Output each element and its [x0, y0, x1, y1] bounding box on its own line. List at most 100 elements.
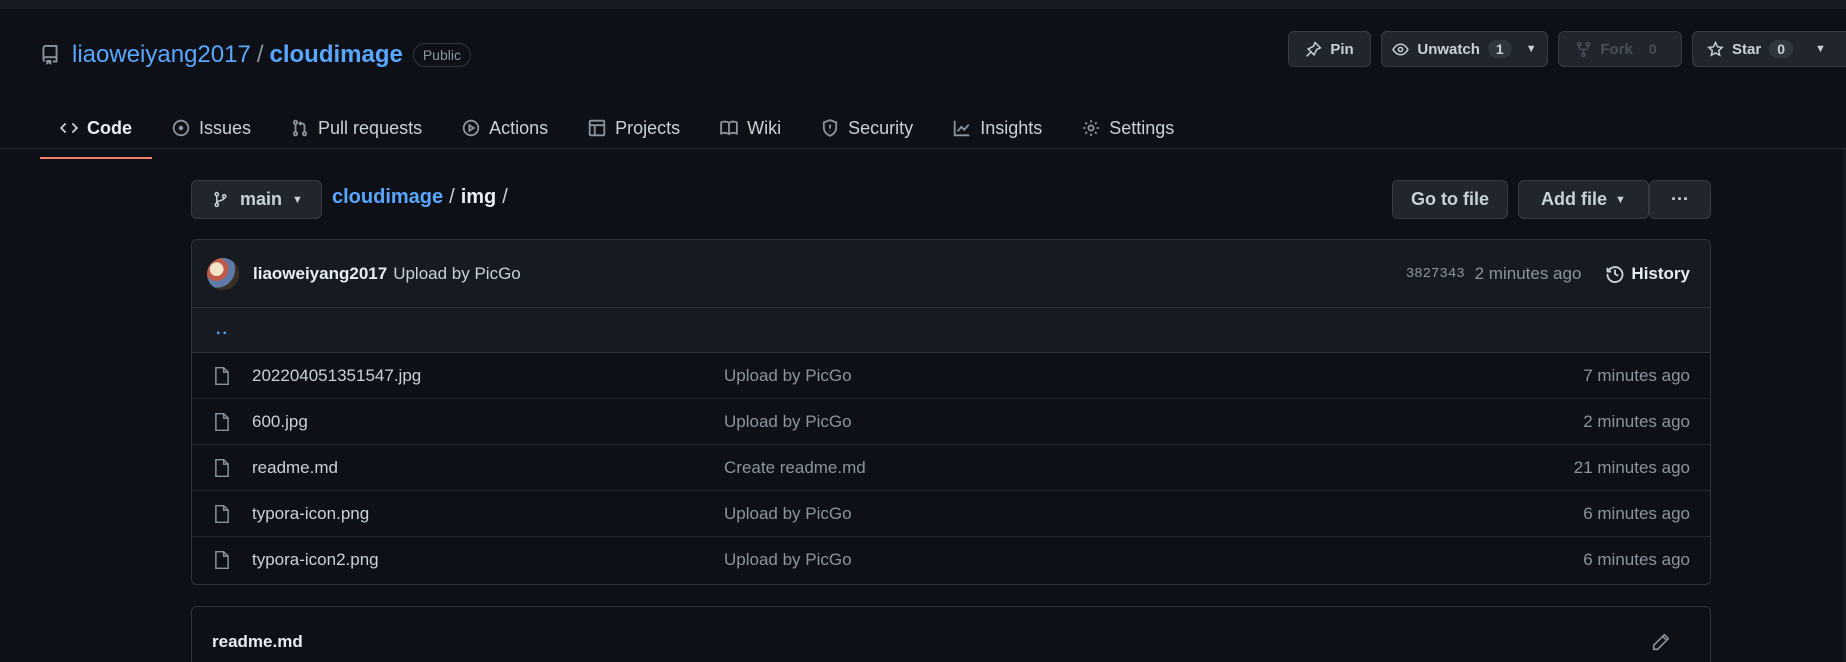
- breadcrumb-trailing-separator: /: [502, 186, 508, 208]
- file-list: 202204051351547.jpg Upload by PicGo 7 mi…: [192, 353, 1710, 583]
- repo-name-link[interactable]: cloudimage: [269, 41, 402, 69]
- commit-meta: 3827343 2 minutes ago History: [1406, 240, 1690, 308]
- branch-select-button[interactable]: main ▼: [191, 180, 322, 219]
- top-strip: [0, 0, 1846, 9]
- eye-icon: [1392, 42, 1410, 56]
- breadcrumb: cloudimage / img /: [332, 186, 514, 209]
- branch-label: main: [240, 189, 283, 209]
- file-row[interactable]: readme.md Create readme.md 21 minutes ag…: [192, 445, 1710, 491]
- breadcrumb-root-link[interactable]: cloudimage: [332, 186, 443, 209]
- commit-message-link[interactable]: Upload by PicGo: [393, 264, 521, 284]
- branch-icon: [214, 191, 227, 208]
- file-icon: [215, 504, 229, 524]
- avatar[interactable]: [207, 257, 239, 290]
- parent-directory-link[interactable]: ..: [192, 308, 1710, 353]
- visibility-badge: Public: [412, 43, 471, 67]
- commit-author-link[interactable]: liaoweiyang2017: [253, 264, 387, 284]
- tab-security[interactable]: Security: [801, 98, 933, 158]
- pin-label: Pin: [1330, 40, 1354, 58]
- repo-nav-tabs: Code Issues Pull requests Actions Projec…: [40, 98, 1194, 159]
- tab-label: Pull requests: [318, 117, 423, 138]
- readme-panel: readme.md: [191, 606, 1711, 662]
- star-button[interactable]: Star 0 ▼: [1692, 31, 1846, 67]
- graph-icon: [953, 120, 970, 137]
- file-name-link[interactable]: readme.md: [252, 458, 338, 478]
- fork-count: 0: [1640, 40, 1665, 58]
- repo-owner-link[interactable]: liaoweiyang2017: [72, 41, 251, 69]
- repo-separator: /: [256, 41, 264, 68]
- tab-code[interactable]: Code: [40, 98, 152, 159]
- star-icon: [1707, 40, 1724, 57]
- gear-icon: [1083, 120, 1100, 136]
- tab-wiki[interactable]: Wiki: [700, 98, 801, 158]
- fork-button[interactable]: Fork 0: [1558, 31, 1682, 67]
- star-dropdown-chevron-icon[interactable]: ▼: [1815, 43, 1826, 55]
- file-commit-message-link[interactable]: Upload by PicGo: [724, 412, 852, 432]
- tab-label: Code: [87, 117, 132, 138]
- tab-label: Actions: [489, 117, 549, 138]
- pull-request-icon: [292, 119, 308, 137]
- file-commit-message-link[interactable]: Upload by PicGo: [724, 550, 852, 570]
- file-row[interactable]: 202204051351547.jpg Upload by PicGo 7 mi…: [192, 353, 1710, 399]
- add-file-label: Add file: [1541, 189, 1608, 209]
- file-row[interactable]: typora-icon2.png Upload by PicGo 6 minut…: [192, 537, 1710, 583]
- tab-settings[interactable]: Settings: [1062, 98, 1194, 158]
- pin-icon: [1306, 40, 1323, 57]
- tab-issues[interactable]: Issues: [152, 98, 271, 158]
- file-age: 2 minutes ago: [1583, 411, 1690, 431]
- file-commit-message-link[interactable]: Upload by PicGo: [724, 504, 852, 524]
- issue-icon: [172, 119, 190, 137]
- play-icon: [462, 119, 480, 137]
- go-to-file-button[interactable]: Go to file: [1392, 180, 1508, 219]
- chevron-down-icon: ▼: [1525, 43, 1537, 55]
- tab-label: Insights: [980, 117, 1043, 138]
- fork-icon: [1577, 41, 1591, 57]
- more-options-button[interactable]: ···: [1649, 180, 1711, 219]
- file-name-link[interactable]: typora-icon2.png: [252, 550, 379, 570]
- fork-label: Fork: [1600, 40, 1633, 58]
- table-icon: [588, 119, 606, 137]
- file-row[interactable]: typora-icon.png Upload by PicGo 6 minute…: [192, 491, 1710, 537]
- history-link[interactable]: History: [1605, 264, 1690, 284]
- file-name-link[interactable]: typora-icon.png: [252, 504, 369, 524]
- file-browser: liaoweiyang2017 Upload by PicGo 3827343 …: [191, 239, 1711, 585]
- watch-count: 1: [1487, 40, 1512, 58]
- breadcrumb-current-dir: img: [460, 186, 497, 208]
- chevron-down-icon: ▼: [292, 193, 303, 206]
- tab-actions[interactable]: Actions: [442, 98, 568, 158]
- repo-icon: [42, 45, 58, 65]
- repo-title: liaoweiyang2017 / cloudimage Public: [40, 35, 471, 75]
- code-icon: [60, 122, 78, 134]
- history-icon: [1606, 266, 1624, 283]
- commit-sha-link[interactable]: 3827343: [1406, 266, 1465, 282]
- readme-title: readme.md: [212, 632, 303, 651]
- file-name-link[interactable]: 600.jpg: [252, 412, 308, 432]
- shield-icon: [823, 119, 838, 137]
- file-icon: [215, 412, 229, 432]
- tab-projects[interactable]: Projects: [568, 98, 700, 158]
- star-label: Star: [1732, 40, 1762, 58]
- pin-button[interactable]: Pin: [1288, 31, 1371, 67]
- file-name-link[interactable]: 202204051351547.jpg: [252, 366, 421, 386]
- tab-label: Issues: [199, 117, 252, 138]
- file-icon: [215, 366, 229, 386]
- add-file-button[interactable]: Add file ▼: [1518, 180, 1649, 219]
- pencil-icon[interactable]: [1652, 633, 1670, 651]
- kebab-horizontal-icon: ···: [1671, 189, 1689, 209]
- breadcrumb-separator: /: [449, 186, 455, 208]
- file-commit-message-link[interactable]: Create readme.md: [724, 458, 866, 478]
- file-age: 7 minutes ago: [1583, 365, 1690, 385]
- unwatch-button[interactable]: Unwatch 1 ▼: [1381, 31, 1548, 67]
- file-icon: [215, 550, 229, 570]
- file-row[interactable]: 600.jpg Upload by PicGo 2 minutes ago: [192, 399, 1710, 445]
- commit-time: 2 minutes ago: [1474, 264, 1582, 283]
- tab-pull-requests[interactable]: Pull requests: [271, 98, 442, 158]
- file-age: 6 minutes ago: [1583, 503, 1690, 523]
- file-age: 6 minutes ago: [1583, 550, 1690, 569]
- tab-label: Projects: [615, 117, 681, 138]
- file-commit-message-link[interactable]: Upload by PicGo: [724, 366, 852, 386]
- latest-commit-bar: liaoweiyang2017 Upload by PicGo 3827343 …: [192, 240, 1710, 308]
- file-icon: [215, 458, 229, 478]
- tab-insights[interactable]: Insights: [933, 98, 1062, 158]
- tab-label: Settings: [1109, 117, 1175, 138]
